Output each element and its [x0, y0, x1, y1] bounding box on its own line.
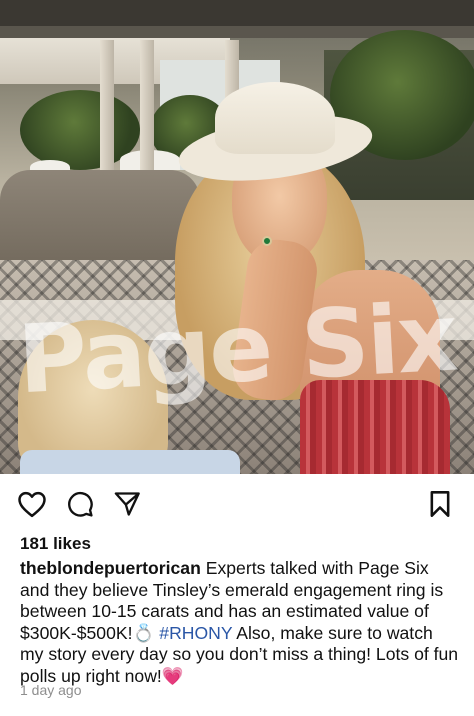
photo-canopy — [0, 0, 474, 26]
paper-plane-icon[interactable] — [109, 486, 145, 522]
like-count[interactable]: 181 likes — [20, 534, 91, 554]
photo-ring — [262, 236, 272, 246]
post-photo[interactable]: Page Six — [0, 0, 474, 474]
post-timestamp: 1 day ago — [20, 682, 82, 698]
heart-outline-icon[interactable] — [14, 486, 50, 522]
comment-bubble-icon[interactable] — [62, 486, 98, 522]
bookmark-outline-icon[interactable] — [422, 486, 458, 522]
photo-hat-top — [215, 82, 335, 154]
caption-username[interactable]: theblondepuertorican — [20, 558, 201, 578]
photo-child-shirt — [20, 450, 240, 474]
hashtag-link[interactable]: #RHONY — [159, 623, 232, 643]
post-caption: theblondepuertorican Experts talked with… — [20, 558, 460, 688]
post-action-bar — [0, 486, 474, 526]
